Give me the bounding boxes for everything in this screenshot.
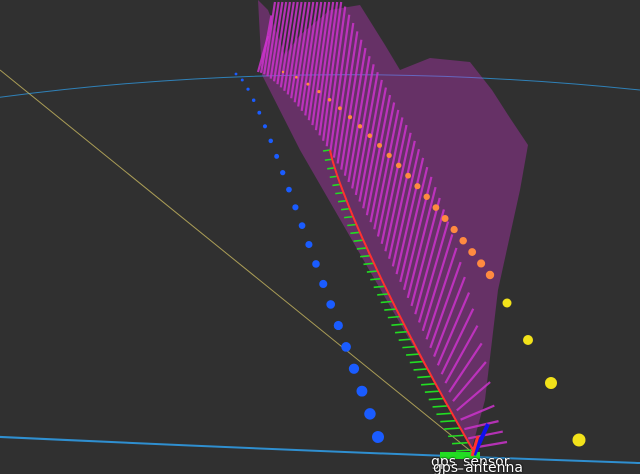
- blue-marker: [292, 204, 299, 211]
- orange-marker: [386, 152, 392, 158]
- orange-marker: [337, 106, 342, 111]
- yellow-marker: [545, 377, 557, 389]
- orange-marker: [395, 162, 402, 169]
- blue-marker: [268, 138, 273, 144]
- orange-marker: [281, 70, 285, 74]
- green-tick: [432, 405, 448, 408]
- orange-marker: [317, 90, 321, 94]
- orange-marker: [459, 236, 467, 245]
- blue-marker: [234, 72, 238, 76]
- orange-marker: [485, 270, 495, 280]
- green-tick: [384, 308, 396, 311]
- orange-marker: [423, 193, 430, 200]
- green-tick: [417, 375, 432, 379]
- yellow-marker: [572, 433, 586, 447]
- green-tick: [356, 247, 367, 250]
- blue-marker: [364, 408, 376, 420]
- green-tick: [350, 231, 360, 235]
- green-tick: [353, 239, 364, 242]
- green-tick: [398, 338, 412, 341]
- blue-marker: [312, 260, 320, 268]
- green-tick: [409, 360, 424, 364]
- blue-marker: [326, 300, 336, 309]
- yellow-marker: [502, 298, 512, 308]
- green-tick: [424, 390, 440, 394]
- blue-marker: [298, 222, 306, 229]
- blue-marker: [251, 98, 256, 102]
- blue-marker: [372, 431, 384, 443]
- blue-marker: [356, 385, 368, 397]
- blue-marker: [333, 320, 343, 331]
- green-tick: [391, 323, 404, 326]
- blue-marker: [262, 124, 268, 129]
- scene-canvas[interactable]: [0, 0, 640, 474]
- grid-ring-near: [0, 435, 640, 464]
- green-tick: [363, 262, 374, 266]
- green-tick: [370, 277, 382, 281]
- magenta-pose-arrows: [256, 0, 528, 450]
- green-tick: [387, 315, 400, 319]
- blue-marker: [348, 363, 360, 374]
- orange-marker: [414, 183, 421, 190]
- frame-label-gps-antenna: gps_antenna: [433, 460, 523, 474]
- green-tick: [448, 434, 464, 438]
- blue-marker: [305, 240, 313, 249]
- green-tick: [406, 353, 420, 356]
- yellow-marker: [523, 335, 533, 345]
- orange-marker: [295, 75, 298, 79]
- blue-marker: [280, 169, 286, 176]
- blue-marker: [286, 186, 292, 193]
- green-tick: [332, 183, 341, 187]
- 3d-viewport[interactable]: gps_sensor gps_antenna: [0, 0, 640, 474]
- green-tick: [436, 412, 452, 416]
- green-tick: [380, 300, 393, 304]
- green-tick: [413, 368, 428, 371]
- green-tick: [452, 441, 468, 445]
- green-tick: [366, 270, 378, 273]
- green-tick: [338, 199, 347, 203]
- green-tick: [377, 293, 389, 296]
- green-tick: [373, 285, 385, 289]
- pose-arrow-fill: [258, 0, 528, 448]
- green-tick: [329, 175, 338, 179]
- orange-marker: [450, 225, 458, 234]
- green-tick: [335, 191, 344, 195]
- green-tick: [402, 345, 416, 349]
- orange-marker: [432, 204, 440, 211]
- orange-marker: [357, 124, 363, 129]
- orange-marker: [347, 115, 353, 120]
- green-tick: [444, 427, 460, 430]
- orange-marker: [327, 97, 332, 102]
- orange-marker: [377, 142, 383, 148]
- green-tick: [344, 215, 354, 219]
- orange-marker: [405, 172, 412, 179]
- blue-marker: [240, 78, 244, 82]
- blue-marker: [246, 87, 250, 91]
- blue-marker: [319, 279, 328, 289]
- orange-marker: [441, 214, 449, 222]
- green-tick: [421, 383, 436, 386]
- orange-marker: [468, 248, 477, 256]
- green-tick: [340, 207, 350, 211]
- orange-marker: [306, 82, 310, 86]
- green-tick: [428, 397, 444, 401]
- green-tick: [440, 419, 456, 423]
- orange-marker: [477, 259, 486, 268]
- blue-marker: [341, 342, 351, 352]
- yellow-marker-trail: [502, 298, 586, 447]
- green-tick: [360, 254, 371, 258]
- green-tick: [322, 149, 331, 152]
- green-tick: [324, 158, 333, 162]
- green-tick: [327, 167, 335, 170]
- orange-marker: [367, 133, 373, 139]
- green-tick: [347, 223, 357, 227]
- green-tick: [394, 330, 408, 334]
- green-tick: [455, 449, 473, 452]
- blue-marker: [257, 110, 262, 115]
- blue-marker: [274, 153, 280, 159]
